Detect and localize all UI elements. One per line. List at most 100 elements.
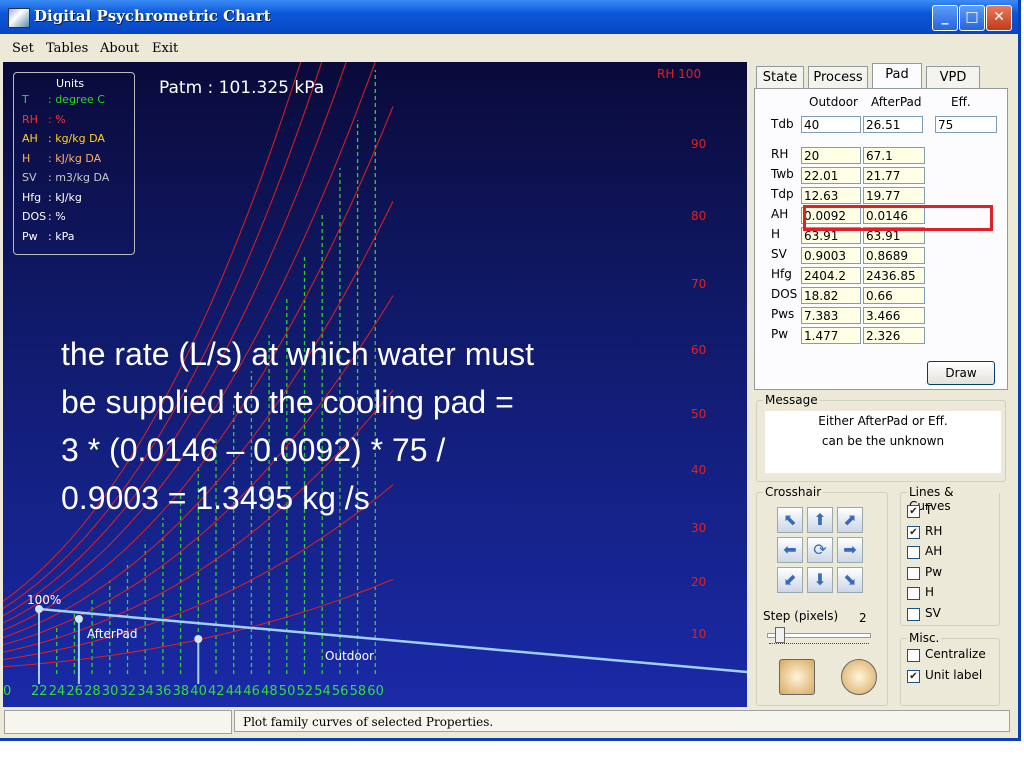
checkbox-label[interactable]: AH [925,544,942,558]
x-tick-label: 60 [367,684,384,699]
menu-set[interactable]: Set [12,41,34,56]
checkbox[interactable]: ✔ [907,505,920,518]
unit-text: : kPa [48,229,75,243]
unit-row: DOS: % [22,210,66,223]
unit-key: RH [22,112,38,126]
unit-key: Hfg [22,190,42,204]
menu-about[interactable]: About [100,41,139,56]
x-tick-label: 54 [314,684,331,699]
outdoor-value[interactable]: 2404.2 [801,267,861,284]
outdoor-value[interactable]: 12.63 [801,187,861,204]
checkbox-label[interactable]: Pw [925,565,942,579]
checkbox[interactable] [907,546,920,559]
prop-label: Hfg [771,267,792,281]
annotation-line: be supplied to the cooling pad = [61,384,514,420]
outdoor-value[interactable]: 0.9003 [801,247,861,264]
checkbox-label[interactable]: Unit label [925,668,982,682]
maximize-button[interactable]: □ [959,5,985,31]
rh-label: 20 [691,575,706,589]
annotation-text: the rate (L/s) at which water must be su… [61,330,661,522]
message-title: Message [763,393,820,407]
tdb-afterpad-field[interactable]: 26.51 [863,116,923,133]
minimize-button[interactable]: _ [932,5,958,31]
tab-pad[interactable]: Pad [872,63,922,90]
arrow-down-icon[interactable]: ⬇ [807,567,833,593]
afterpad-value[interactable]: 67.1 [863,147,925,164]
eff-field[interactable]: 75 [935,116,997,133]
draw-button[interactable]: Draw [927,361,995,385]
process-line [38,607,747,674]
outdoor-value[interactable]: 18.82 [801,287,861,304]
tab-state[interactable]: State [756,66,804,89]
checkbox-label[interactable]: Centralize [925,647,986,661]
arrow-left-icon[interactable]: ⬅ [777,537,803,563]
state-point-label: AfterPad [87,627,137,641]
outdoor-value[interactable]: 1.477 [801,327,861,344]
tab-vpd[interactable]: VPD [926,66,980,89]
x-tick-label: 46 [243,684,260,699]
refresh-icon[interactable]: ⟳ [807,537,833,563]
checkbox[interactable]: ✔ [907,669,920,683]
prop-label: AH [771,207,789,221]
x-tick-label: 22 [31,684,48,699]
afterpad-value[interactable]: 2.326 [863,327,925,344]
state-point[interactable] [194,635,203,643]
checkbox-label[interactable]: H [925,585,934,599]
magnifier-icon[interactable] [779,659,815,695]
afterpad-value[interactable]: 21.77 [863,167,925,184]
arrow-up-icon[interactable]: ⬆ [807,507,833,533]
arrow-down-right-icon[interactable]: ⬊ [837,567,863,593]
step-label: Step (pixels) [763,609,839,623]
x-tick-label: 58 [350,684,367,699]
afterpad-value[interactable]: 2436.85 [863,267,925,284]
arrow-right-icon[interactable]: ➡ [837,537,863,563]
rh-label: 90 [691,137,706,151]
prop-label: RH [771,147,789,161]
checkbox[interactable] [907,607,920,621]
x-tick-label: 48 [261,684,278,699]
menu-tables[interactable]: Tables [46,41,88,56]
col-outdoor-label: Outdoor [809,95,858,109]
annotation-line: 0.9003 = 1.3495 kg /s [61,480,370,516]
unit-text: : kg/kg DA [48,132,105,145]
psychrometric-chart[interactable]: RH 100 90 80 70 60 50 40 30 20 10 100% AfterPad Outd… [3,62,747,707]
prop-label: SV [771,247,787,261]
crosshair-title: Crosshair [763,485,824,499]
checkbox[interactable] [907,649,920,662]
prop-label: Twb [771,167,794,181]
menu-exit[interactable]: Exit [152,41,178,56]
outdoor-value[interactable]: 7.383 [801,307,861,324]
afterpad-value[interactable]: 0.66 [863,287,925,304]
close-button[interactable]: ✕ [986,5,1012,31]
annotation-line: 3 * (0.0146 – 0.0092) * 75 / [61,432,446,468]
afterpad-value[interactable]: 0.8689 [863,247,925,264]
checkbox[interactable]: ✔ [907,525,920,539]
outdoor-value[interactable]: 20 [801,147,861,164]
zoom-in-icon[interactable] [841,659,877,695]
checkbox-label[interactable]: T [925,503,932,517]
status-text: Plot family curves of selected Propertie… [234,710,1010,732]
checkbox-label[interactable]: RH [925,524,942,538]
arrow-up-right-icon[interactable]: ⬈ [837,507,863,533]
afterpad-value[interactable]: 19.77 [863,187,925,204]
right-panel: State Process Pad VPD Outdoor AfterPad E… [750,62,1015,707]
x-tick-label: 26 [66,684,83,699]
step-slider-thumb[interactable] [775,627,785,643]
state-point[interactable] [74,615,83,623]
misc-title: Misc. [907,631,942,645]
checkbox-label[interactable]: SV [925,606,941,620]
afterpad-value[interactable]: 3.466 [863,307,925,324]
rh-label: 60 [691,343,706,357]
state-point-label: Outdoor [325,649,374,663]
arrow-down-left-icon[interactable]: ⬋ [777,567,803,593]
outdoor-value[interactable]: 22.01 [801,167,861,184]
tab-process[interactable]: Process [808,66,868,89]
tdb-outdoor-field[interactable]: 40 [801,116,861,133]
prop-label: H [771,227,781,241]
checkbox[interactable] [907,566,920,580]
menu-bar: Set Tables About Exit [0,38,1018,60]
checkbox[interactable] [907,587,920,600]
unit-key: H [22,151,31,165]
arrow-up-left-icon[interactable]: ⬉ [777,507,803,533]
tdb-label: Tdb [771,117,794,131]
